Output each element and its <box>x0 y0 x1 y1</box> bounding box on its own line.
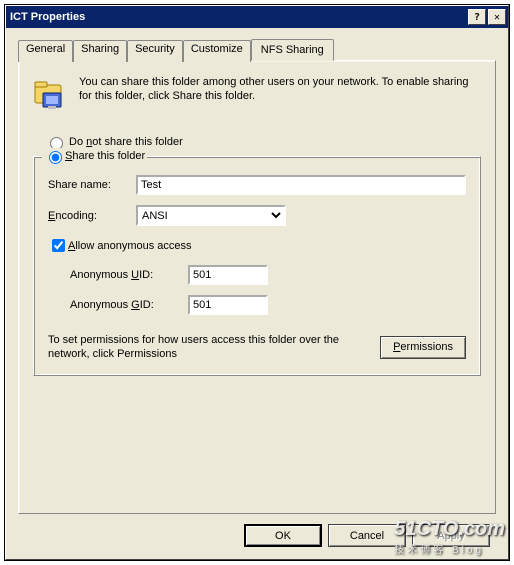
tab-nfs-sharing[interactable]: NFS Sharing <box>251 39 334 61</box>
tab-security[interactable]: Security <box>127 40 183 62</box>
dialog-button-bar: OK Cancel Apply <box>18 514 496 551</box>
radio-no-share-label: Do not share this folder <box>69 136 183 148</box>
tab-strip: General Sharing Security Customize NFS S… <box>18 38 496 60</box>
properties-dialog: ICT Properties ? ✕ General Sharing Secur… <box>5 5 509 560</box>
encoding-label: Encoding: <box>48 210 136 222</box>
share-groupbox: Share this folder Share name: Encoding: … <box>33 156 481 376</box>
radio-share[interactable] <box>49 151 62 164</box>
allow-anon-label: Allow anonymous access <box>68 240 192 252</box>
tab-sharing[interactable]: Sharing <box>73 40 127 62</box>
permissions-button[interactable]: Permissions <box>380 336 466 359</box>
anon-uid-label: Anonymous UID: <box>70 269 188 281</box>
share-name-input[interactable] <box>136 175 466 195</box>
allow-anon-checkbox[interactable] <box>52 239 65 252</box>
apply-button[interactable]: Apply <box>412 524 490 547</box>
share-folder-icon <box>33 77 69 116</box>
tab-panel: You can share this folder among other us… <box>18 60 496 514</box>
cancel-button[interactable]: Cancel <box>328 524 406 547</box>
share-name-label: Share name: <box>48 179 136 191</box>
anon-uid-input[interactable] <box>188 265 268 285</box>
help-button[interactable]: ? <box>468 9 486 25</box>
radio-share-label: Share this folder <box>65 150 145 162</box>
tab-customize[interactable]: Customize <box>183 40 251 62</box>
window-title: ICT Properties <box>8 11 85 23</box>
permissions-text: To set permissions for how users access … <box>48 333 380 361</box>
ok-button[interactable]: OK <box>244 524 322 547</box>
anon-gid-label: Anonymous GID: <box>70 299 188 311</box>
intro-text: You can share this folder among other us… <box>79 75 481 103</box>
encoding-select[interactable]: ANSI <box>136 205 286 226</box>
anon-gid-input[interactable] <box>188 295 268 315</box>
close-button[interactable]: ✕ <box>488 9 506 25</box>
tab-general[interactable]: General <box>18 40 73 62</box>
titlebar: ICT Properties ? ✕ <box>6 6 508 28</box>
